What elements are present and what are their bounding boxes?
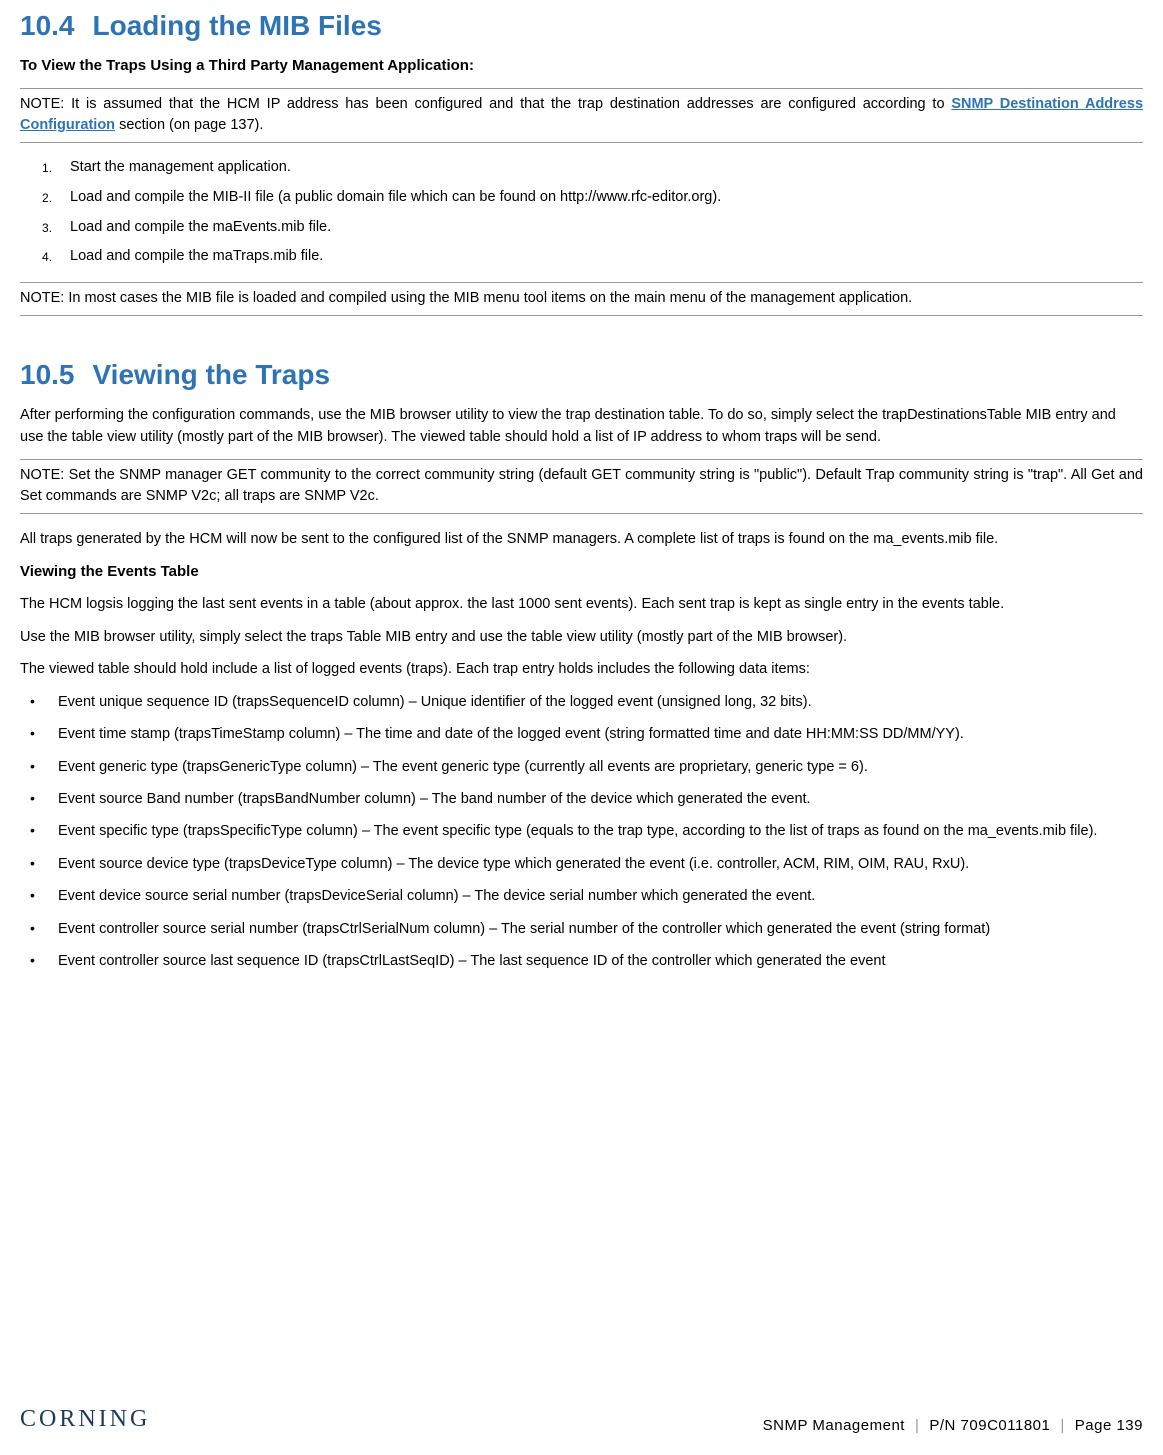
events-bullets: Event unique sequence ID (trapsSequenceI… <box>20 691 1143 973</box>
bullet-item: Event source device type (trapsDeviceTyp… <box>20 853 1143 875</box>
events-p2: Use the MIB browser utility, simply sele… <box>20 626 1143 648</box>
footer-right: SNMP Management | P/N 709C011801 | Page … <box>763 1415 1143 1438</box>
events-p1: The HCM logsis logging the last sent eve… <box>20 593 1143 615</box>
bullet-item: Event unique sequence ID (trapsSequenceI… <box>20 691 1143 713</box>
step-item: Load and compile the MIB-II file (a publ… <box>42 187 1143 209</box>
section-number: 10.4 <box>20 10 75 41</box>
events-table-heading: Viewing the Events Table <box>20 561 1143 584</box>
bullet-item: Event generic type (trapsGenericType col… <box>20 756 1143 778</box>
bullet-item: Event specific type (trapsSpecificType c… <box>20 820 1143 842</box>
step-item: Load and compile the maEvents.mib file. <box>42 217 1143 239</box>
section-10-5-heading: 10.5 Viewing the Traps <box>20 354 1143 396</box>
events-p3: The viewed table should hold include a l… <box>20 658 1143 680</box>
note-105: NOTE: Set the SNMP manager GET community… <box>20 459 1143 515</box>
step-item: Start the management application. <box>42 157 1143 179</box>
footer-page: Page 139 <box>1075 1415 1143 1438</box>
note-text-post: section (on page 137). <box>115 117 263 133</box>
section-title: Viewing the Traps <box>93 359 331 390</box>
note-104-1: NOTE: It is assumed that the HCM IP addr… <box>20 88 1143 144</box>
bullet-item: Event device source serial number (traps… <box>20 885 1143 907</box>
para-105-2: All traps generated by the HCM will now … <box>20 528 1143 550</box>
note-text: NOTE: Set the SNMP manager GET community… <box>20 467 1143 505</box>
section-number: 10.5 <box>20 359 75 390</box>
footer-separator: | <box>1060 1415 1064 1438</box>
subheading-104: To View the Traps Using a Third Party Ma… <box>20 55 1143 78</box>
note-text-pre: NOTE: It is assumed that the HCM IP addr… <box>20 96 951 112</box>
bullet-item: Event controller source last sequence ID… <box>20 950 1143 972</box>
bullet-item: Event controller source serial number (t… <box>20 918 1143 940</box>
page-footer: CORNING SNMP Management | P/N 709C011801… <box>20 1401 1143 1437</box>
bullet-item: Event source Band number (trapsBandNumbe… <box>20 788 1143 810</box>
note-104-2: NOTE: In most cases the MIB file is load… <box>20 282 1143 316</box>
bullet-item: Event time stamp (trapsTimeStamp column)… <box>20 723 1143 745</box>
footer-separator: | <box>915 1415 919 1438</box>
section-10-4-heading: 10.4 Loading the MIB Files <box>20 5 1143 47</box>
step-item: Load and compile the maTraps.mib file. <box>42 246 1143 268</box>
footer-pn: P/N 709C011801 <box>929 1415 1050 1438</box>
brand-logo: CORNING <box>20 1401 150 1437</box>
footer-chapter: SNMP Management <box>763 1415 905 1438</box>
steps-list-104: Start the management application. Load a… <box>42 157 1143 268</box>
intro-105: After performing the configuration comma… <box>20 404 1143 449</box>
section-title: Loading the MIB Files <box>93 10 382 41</box>
